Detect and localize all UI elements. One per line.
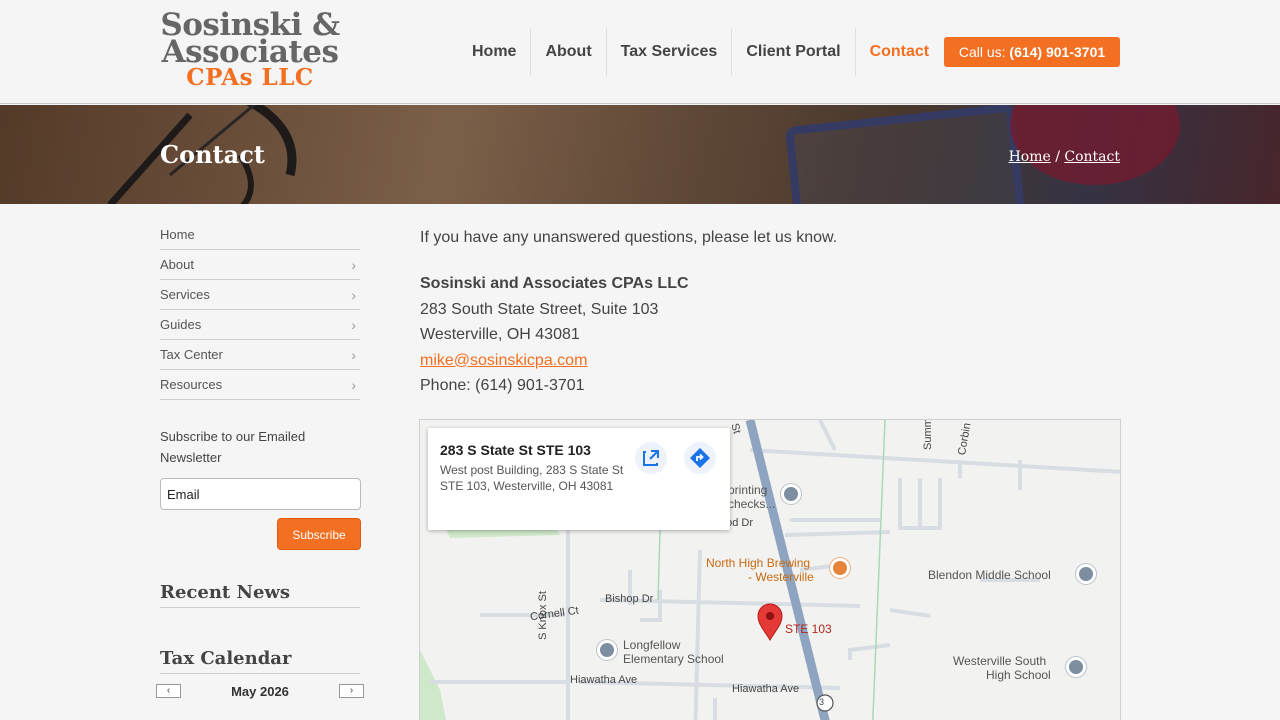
map-label-westerville-south-2: High School [986, 668, 1051, 682]
main-content: If you have any unanswered questions, pl… [420, 226, 1120, 399]
calendar-next-button[interactable]: › [339, 684, 364, 698]
logo-line-3: CPAs LLC [186, 64, 314, 91]
calendar-month: May 2026 [231, 684, 289, 699]
main-nav: Home About Tax Services Client Portal Co… [458, 28, 943, 76]
breadcrumb: Home / Contact [1009, 149, 1120, 165]
map-place-address: West post Building, 283 S State St STE 1… [440, 463, 624, 493]
google-map[interactable]: 3 printing checks... ood Dr North High B… [419, 419, 1121, 720]
sidebar-item-tax-center[interactable]: Tax Center › [160, 340, 360, 370]
sidebar-item-services[interactable]: Services › [160, 280, 360, 310]
chevron-right-icon: › [351, 347, 356, 363]
sidebar-item-label: Guides [160, 317, 202, 332]
sidebar-menu: Home About › Services › Guides › Tax Cen… [160, 220, 360, 400]
sidebar-item-about[interactable]: About › [160, 250, 360, 280]
page-title: Contact [160, 140, 265, 169]
chevron-right-icon: › [351, 287, 356, 303]
breadcrumb-home[interactable]: Home [1009, 149, 1051, 165]
map-label-westerville-south-1: Westerville South [953, 654, 1047, 668]
sidebar-item-label: Tax Center [160, 347, 223, 362]
recent-news-heading: Recent News [160, 582, 360, 608]
breadcrumb-current[interactable]: Contact [1064, 149, 1120, 165]
school-icon[interactable] [1066, 657, 1086, 677]
sidebar-item-label: Home [160, 227, 195, 242]
contact-address: Sosinski and Associates CPAs LLC 283 Sou… [420, 271, 1120, 399]
route-shield-label: 3 [819, 697, 825, 707]
map-label-knox: S Knox St [537, 591, 549, 640]
city-address: Westerville, OH 43081 [420, 326, 580, 343]
map-label-printing: printing [728, 483, 768, 497]
breadcrumb-separator: / [1055, 149, 1060, 165]
nav-tax-services[interactable]: Tax Services [605, 28, 732, 76]
newsletter-label: Subscribe to our Emailed Newsletter [160, 429, 306, 465]
newsletter-email-input[interactable] [160, 478, 361, 510]
map-label-longfellow-1: Longfellow [623, 638, 681, 652]
directions-icon[interactable] [684, 442, 716, 474]
phone-text: Phone: (614) 901-3701 [420, 377, 585, 394]
sidebar: Home About › Services › Guides › Tax Cen… [156, 220, 364, 702]
map-info-card: 283 S State St STE 103 West post Buildin… [428, 428, 730, 530]
street-address: 283 South State Street, Suite 103 [420, 300, 659, 318]
nav-home[interactable]: Home [458, 28, 530, 76]
sidebar-item-label: Resources [160, 377, 223, 392]
call-us-button[interactable]: Call us: (614) 901-3701 [944, 37, 1120, 67]
sidebar-item-label: About [160, 257, 194, 272]
email-link[interactable]: mike@sosinskicpa.com [420, 348, 1120, 374]
call-us-phone: (614) 901-3701 [1009, 44, 1106, 60]
call-us-prefix: Call us: [958, 44, 1006, 60]
sidebar-item-guides[interactable]: Guides › [160, 310, 360, 340]
site-logo[interactable]: Sosinski & Associates CPAs LLC [160, 10, 340, 91]
map-place-title: 283 S State St STE 103 [440, 442, 591, 458]
chevron-right-icon: › [351, 377, 356, 393]
map-label-checks: checks... [728, 497, 776, 511]
map-label-longfellow-2: Elementary School [623, 652, 724, 666]
map-label-brewing-2: - Westerville [748, 570, 814, 584]
sidebar-item-home[interactable]: Home [160, 220, 360, 250]
map-label-ste: STE 103 [785, 622, 832, 636]
chevron-right-icon: › [351, 257, 356, 273]
map-label-hiawatha-1: Hiawatha Ave [570, 674, 638, 686]
sidebar-item-resources[interactable]: Resources › [160, 370, 360, 400]
sidebar-item-label: Services [160, 287, 210, 302]
printing-poi-marker[interactable] [781, 484, 801, 504]
nav-contact[interactable]: Contact [854, 28, 944, 76]
location-pin [757, 603, 783, 641]
school-icon[interactable] [597, 640, 617, 660]
restaurant-poi-marker[interactable] [830, 558, 850, 578]
map-label-brewing-1: North High Brewing [706, 556, 811, 570]
map-label-summ: Summ [922, 419, 934, 450]
nav-client-portal[interactable]: Client Portal [731, 28, 854, 76]
intro-text: If you have any unanswered questions, pl… [420, 229, 838, 246]
tax-calendar-heading: Tax Calendar [160, 648, 360, 674]
calendar-nav: ‹ May 2026 › [156, 682, 364, 702]
company-name: Sosinski and Associates CPAs LLC [420, 275, 689, 292]
subscribe-button[interactable]: Subscribe [277, 518, 361, 550]
site-header: Sosinski & Associates CPAs LLC Home Abou… [0, 0, 1280, 104]
map-label-bishop: Bishop Dr [605, 593, 654, 605]
nav-about[interactable]: About [530, 28, 605, 76]
open-in-new-icon[interactable] [635, 442, 667, 474]
map-label-hiawatha-2: Hiawatha Ave [732, 683, 800, 695]
chevron-right-icon: › [351, 317, 356, 333]
map-label-blendon: Blendon Middle School [928, 568, 1051, 582]
school-icon[interactable] [1076, 564, 1096, 584]
